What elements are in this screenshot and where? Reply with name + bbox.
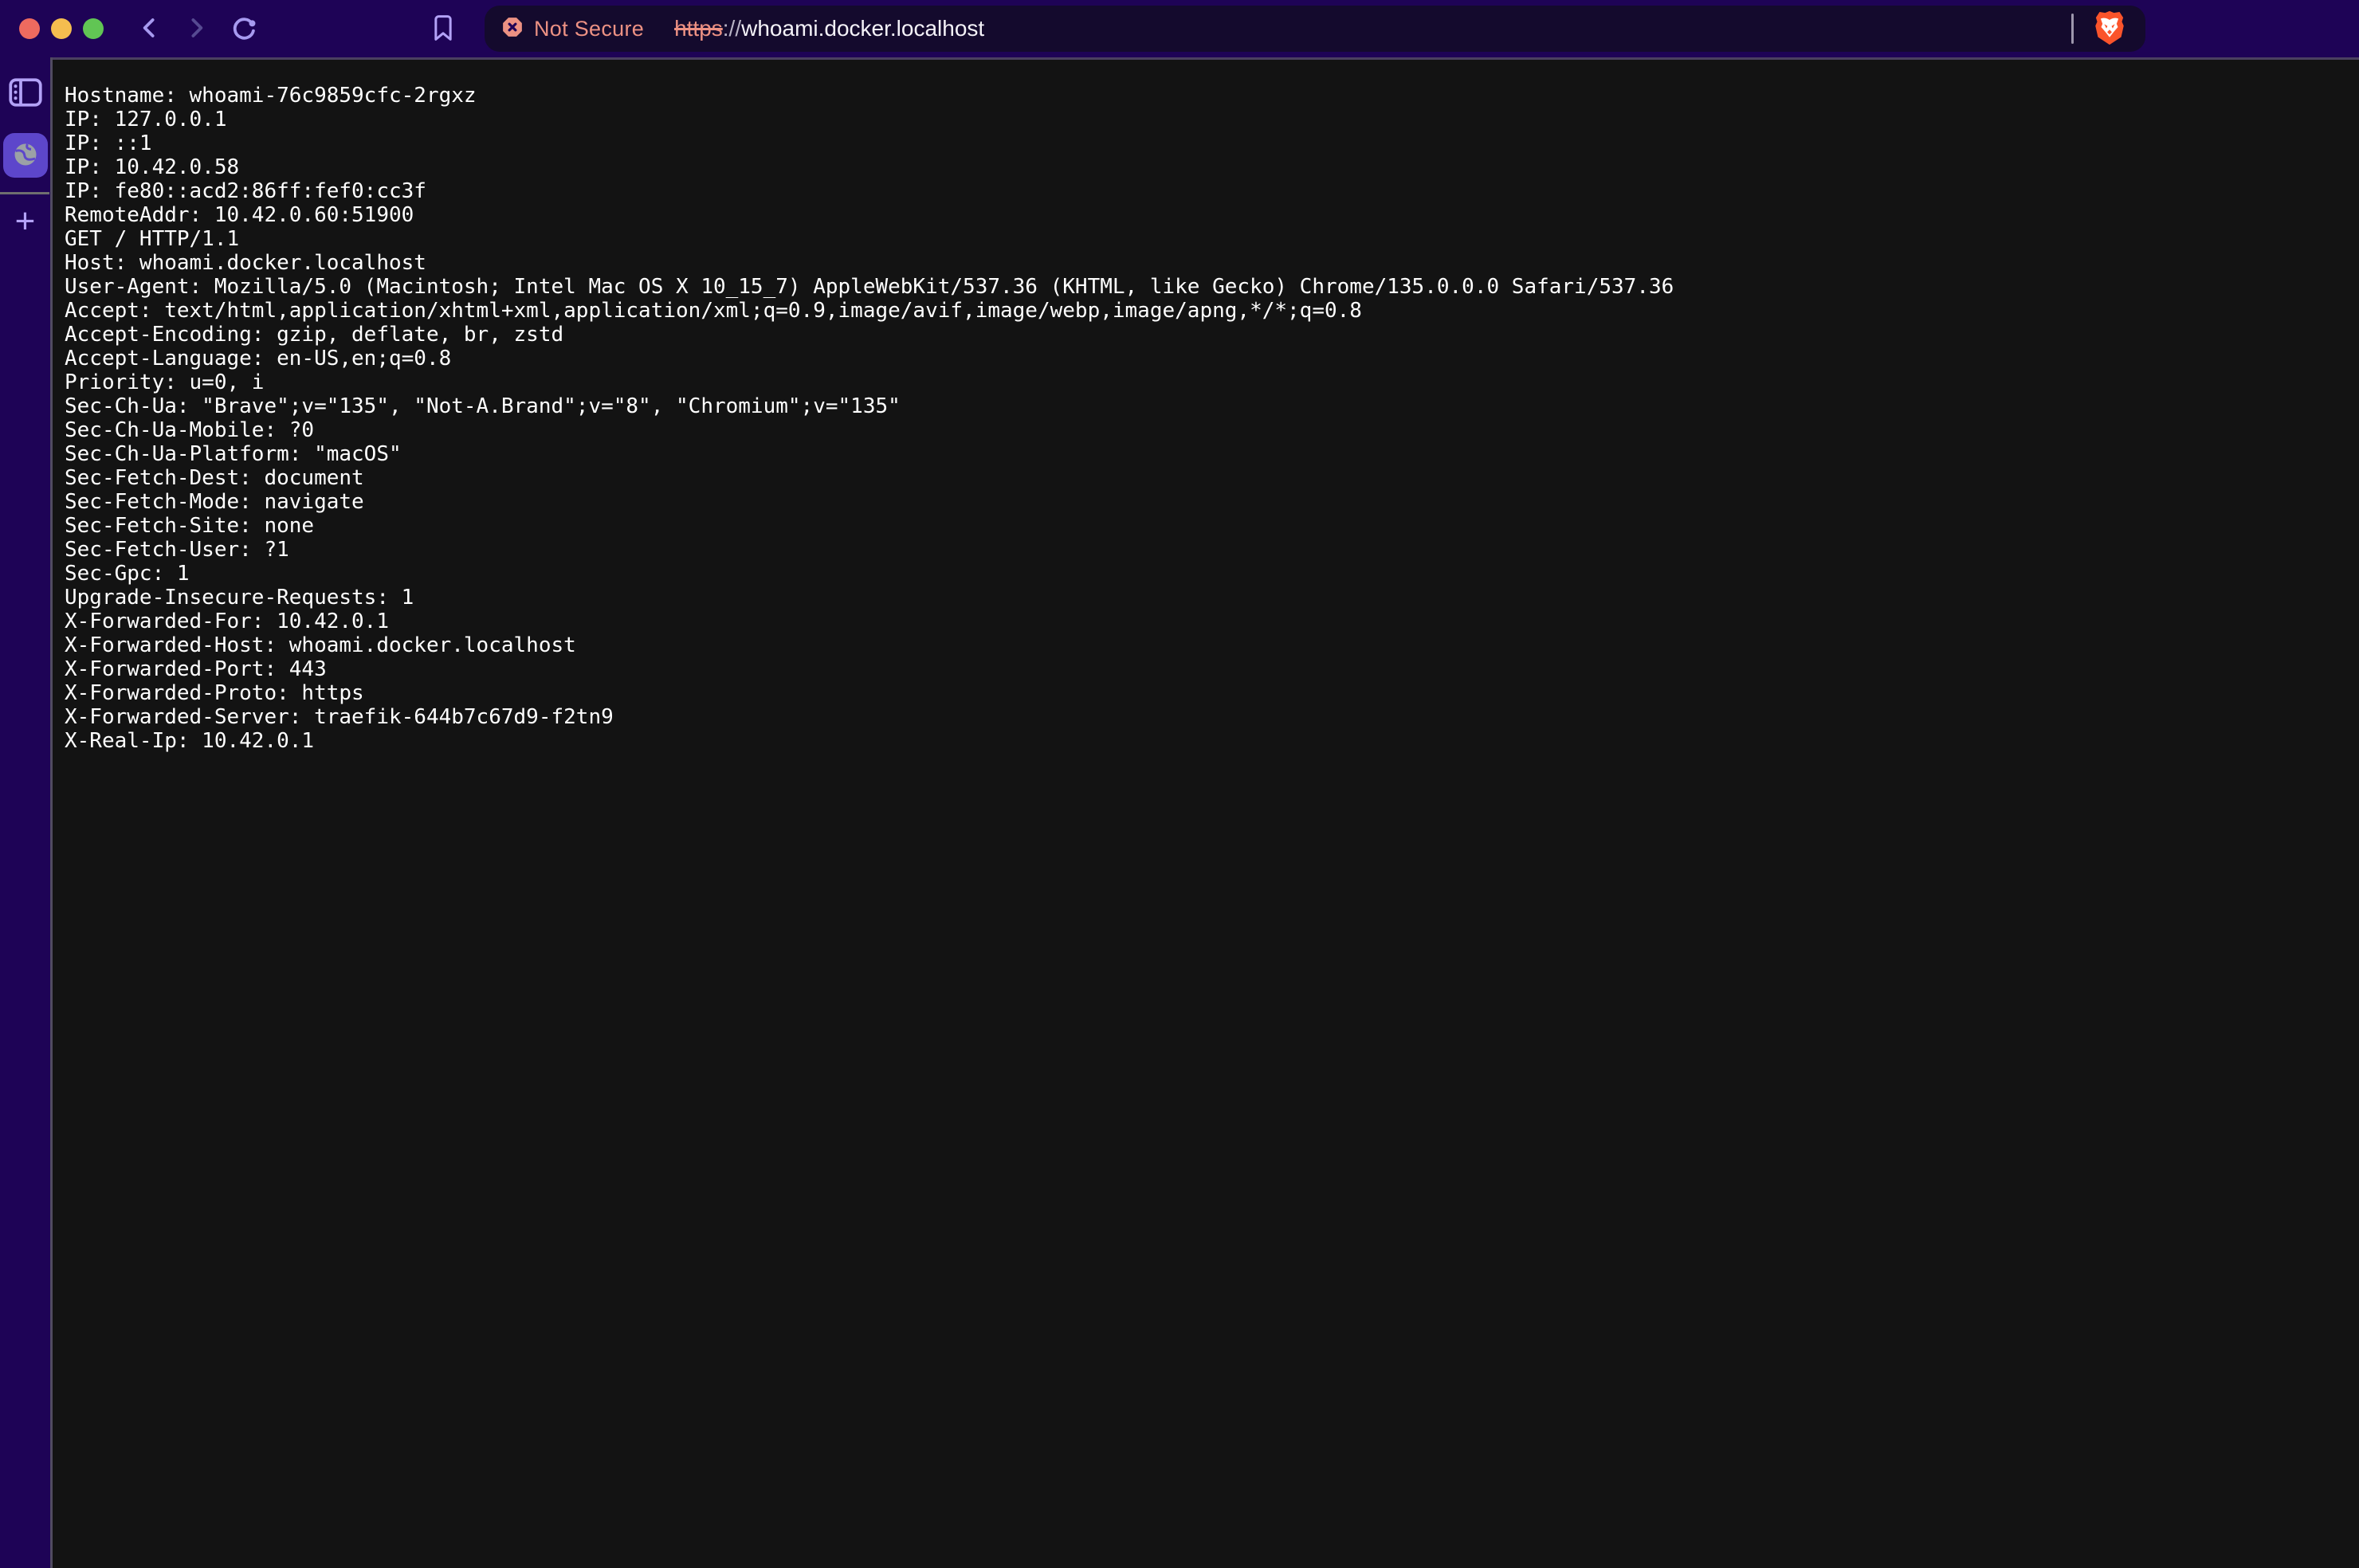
whoami-response: Hostname: whoami-76c9859cfc-2rgxzIP: 127… xyxy=(65,84,2359,753)
response-line: IP: 10.42.0.58 xyxy=(65,155,2359,179)
response-line: IP: fe80::acd2:86ff:fef0:cc3f xyxy=(65,179,2359,203)
forward-icon xyxy=(184,15,210,43)
response-line: X-Real-Ip: 10.42.0.1 xyxy=(65,729,2359,753)
window-body: + Hostname: whoami-76c9859cfc-2rgxzIP: 1… xyxy=(0,57,2359,1568)
address-bar[interactable]: Not Secure https://whoami.docker.localho… xyxy=(485,6,2145,52)
sidebar-panel-icon xyxy=(9,78,42,109)
not-secure-octagon-icon xyxy=(500,15,524,43)
sidebar-divider xyxy=(0,192,49,194)
page-content[interactable]: Hostname: whoami-76c9859cfc-2rgxzIP: 127… xyxy=(53,57,2359,1568)
back-icon xyxy=(136,15,162,43)
sidebar-toggle-button[interactable] xyxy=(9,78,42,109)
response-line: Host: whoami.docker.localhost xyxy=(65,251,2359,275)
brave-shields-button[interactable] xyxy=(2093,10,2126,49)
response-line: Hostname: whoami-76c9859cfc-2rgxz xyxy=(65,84,2359,108)
response-line: X-Forwarded-Server: traefik-644b7c67d9-f… xyxy=(65,705,2359,729)
not-secure-label: Not Secure xyxy=(534,17,644,41)
bookmark-button[interactable] xyxy=(426,11,461,46)
response-line: Sec-Gpc: 1 xyxy=(65,562,2359,586)
response-line: IP: 127.0.0.1 xyxy=(65,108,2359,131)
response-line: GET / HTTP/1.1 xyxy=(65,227,2359,251)
url-host: whoami.docker.localhost xyxy=(741,16,984,41)
globe-icon xyxy=(11,140,40,171)
response-line: Sec-Ch-Ua-Mobile: ?0 xyxy=(65,418,2359,442)
response-line: Sec-Fetch-User: ?1 xyxy=(65,538,2359,562)
response-line: Accept: text/html,application/xhtml+xml,… xyxy=(65,299,2359,323)
reload-button[interactable] xyxy=(226,11,261,46)
new-tab-button[interactable]: + xyxy=(15,202,36,241)
reload-icon xyxy=(230,14,257,44)
response-line: Sec-Fetch-Site: none xyxy=(65,514,2359,538)
brave-lion-icon xyxy=(2093,10,2126,49)
response-line: RemoteAddr: 10.42.0.60:51900 xyxy=(65,203,2359,227)
url-separator: :// xyxy=(723,16,741,41)
url-scheme: https xyxy=(674,16,723,41)
response-line: Sec-Fetch-Mode: navigate xyxy=(65,490,2359,514)
response-line: X-Forwarded-Port: 443 xyxy=(65,657,2359,681)
close-button[interactable] xyxy=(19,18,40,39)
response-line: Accept-Language: en-US,en;q=0.8 xyxy=(65,347,2359,370)
response-line: User-Agent: Mozilla/5.0 (Macintosh; Inte… xyxy=(65,275,2359,299)
response-line: Accept-Encoding: gzip, deflate, br, zstd xyxy=(65,323,2359,347)
site-security-chip[interactable]: Not Secure xyxy=(500,15,644,43)
back-button[interactable] xyxy=(131,11,167,46)
response-line: Sec-Fetch-Dest: document xyxy=(65,466,2359,490)
response-line: IP: ::1 xyxy=(65,131,2359,155)
response-line: X-Forwarded-For: 10.42.0.1 xyxy=(65,610,2359,633)
maximize-button[interactable] xyxy=(83,18,104,39)
browser-toolbar: Not Secure https://whoami.docker.localho… xyxy=(0,0,2359,57)
bookmark-icon xyxy=(431,14,455,44)
url-text: https://whoami.docker.localhost xyxy=(674,16,984,41)
response-line: Sec-Ch-Ua: "Brave";v="135", "Not-A.Brand… xyxy=(65,394,2359,418)
active-tab-whoami[interactable] xyxy=(3,133,48,178)
window-controls xyxy=(19,18,104,39)
response-line: X-Forwarded-Host: whoami.docker.localhos… xyxy=(65,633,2359,657)
forward-button[interactable] xyxy=(179,11,214,46)
browser-window: Not Secure https://whoami.docker.localho… xyxy=(0,0,2359,1568)
response-line: Priority: u=0, i xyxy=(65,370,2359,394)
vertical-tabs-sidebar: + xyxy=(0,57,53,1568)
address-bar-right xyxy=(2071,10,2129,49)
response-line: Upgrade-Insecure-Requests: 1 xyxy=(65,586,2359,610)
response-line: Sec-Ch-Ua-Platform: "macOS" xyxy=(65,442,2359,466)
minimize-button[interactable] xyxy=(51,18,72,39)
response-line: X-Forwarded-Proto: https xyxy=(65,681,2359,705)
url-bar-divider xyxy=(2071,14,2074,44)
